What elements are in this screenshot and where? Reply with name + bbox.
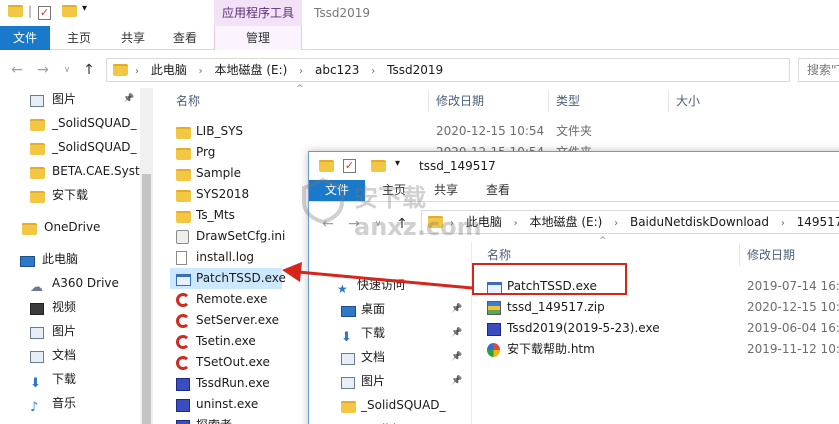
watermark-shield-icon: [302, 178, 344, 224]
watermark: 安下载 anxz.com: [300, 178, 500, 258]
watermark-text: 安下载 anxz.com: [354, 184, 482, 241]
